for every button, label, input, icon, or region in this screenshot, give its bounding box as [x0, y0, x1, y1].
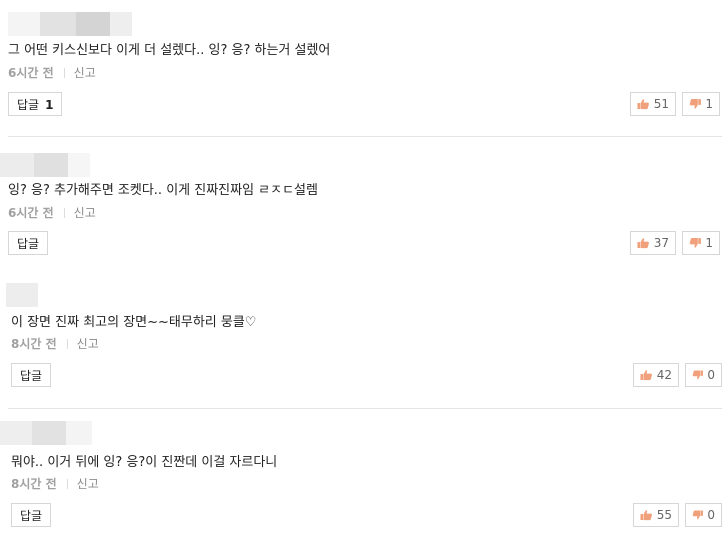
thumbs-down-icon	[689, 99, 701, 109]
like-count: 42	[656, 368, 672, 382]
report-link[interactable]: 신고	[74, 66, 96, 80]
reply-button[interactable]: 답글	[11, 503, 52, 527]
avatar-blurred-username	[6, 283, 38, 307]
dislike-button[interactable]: 1	[682, 231, 720, 255]
comment-meta: 8시간 전 신고	[11, 336, 99, 352]
dislike-count: 1	[705, 97, 713, 111]
report-link[interactable]: 신고	[74, 206, 96, 220]
comment-item: 잉? 응? 추가해주면 조켓다.. 이게 진짜진짜임 ㄹㅈㄷ설렘 6시간 전 신고…	[0, 137, 722, 273]
dislike-button[interactable]: 0	[685, 503, 722, 527]
reply-button-label: 답글	[17, 237, 40, 251]
report-link[interactable]: 신고	[77, 477, 99, 491]
comment-item: 뭐야.. 이거 뒤에 잉? 응?이 진짠데 이걸 자르다니 8시간 전 신고 답글…	[0, 409, 722, 546]
thumbs-down-icon	[692, 370, 703, 380]
reply-button[interactable]: 답글	[8, 231, 49, 255]
comment-text: 뭐야.. 이거 뒤에 잉? 응?이 진짠데 이걸 자르다니	[11, 455, 278, 470]
meta-divider	[63, 68, 65, 78]
thumbs-up-icon	[637, 238, 649, 249]
meta-divider	[63, 208, 65, 218]
like-button[interactable]: 55	[633, 503, 679, 527]
reply-button-label: 답글	[20, 509, 43, 523]
avatar-blurred-username	[0, 421, 92, 445]
dislike-button[interactable]: 1	[682, 92, 720, 116]
like-button[interactable]: 42	[633, 363, 679, 387]
comment-text: 이 장면 진짜 최고의 장면~~태무하리 뭉클♡	[11, 315, 257, 330]
comment-text: 잉? 응? 추가해주면 조켓다.. 이게 진짜진짜임 ㄹㅈㄷ설렘	[8, 183, 318, 198]
meta-divider	[66, 339, 68, 349]
report-link[interactable]: 신고	[77, 337, 99, 351]
comment-time: 6시간 전	[8, 66, 54, 80]
meta-divider	[66, 479, 68, 489]
comment-meta: 8시간 전 신고	[11, 476, 99, 492]
dislike-count: 1	[705, 236, 713, 250]
like-count: 55	[656, 508, 672, 522]
reply-count: 1	[45, 98, 54, 112]
comment-time: 8시간 전	[11, 477, 57, 491]
comment-time: 6시간 전	[8, 206, 54, 220]
thumbs-down-icon	[689, 238, 701, 248]
thumbs-up-icon	[640, 370, 652, 381]
reply-button-label: 답글	[17, 98, 40, 112]
comment-meta: 6시간 전 신고	[8, 65, 96, 81]
like-button[interactable]: 37	[630, 231, 676, 255]
avatar-blurred-username	[8, 12, 132, 36]
reply-button-label: 답글	[20, 369, 43, 383]
comment-item: 이 장면 진짜 최고의 장면~~태무하리 뭉클♡ 8시간 전 신고 답글 42 0	[0, 273, 722, 409]
comment-time: 8시간 전	[11, 337, 57, 351]
comment-text: 그 어떤 키스신보다 이게 더 설렜다.. 잉? 응? 하는거 설렜어	[8, 43, 331, 58]
reply-button[interactable]: 답글 1	[8, 92, 63, 116]
like-count: 37	[653, 236, 669, 250]
dislike-count: 0	[707, 508, 715, 522]
dislike-button[interactable]: 0	[685, 363, 722, 387]
thumbs-up-icon	[640, 510, 652, 521]
thumbs-down-icon	[692, 510, 703, 520]
comment-meta: 6시간 전 신고	[8, 205, 96, 221]
dislike-count: 0	[707, 368, 715, 382]
like-button[interactable]: 51	[630, 92, 676, 116]
avatar-blurred-username	[0, 153, 90, 177]
thumbs-up-icon	[637, 99, 649, 110]
reply-button[interactable]: 답글	[11, 363, 52, 387]
comment-item: 그 어떤 키스신보다 이게 더 설렜다.. 잉? 응? 하는거 설렜어 6시간 …	[0, 0, 722, 137]
like-count: 51	[653, 97, 669, 111]
